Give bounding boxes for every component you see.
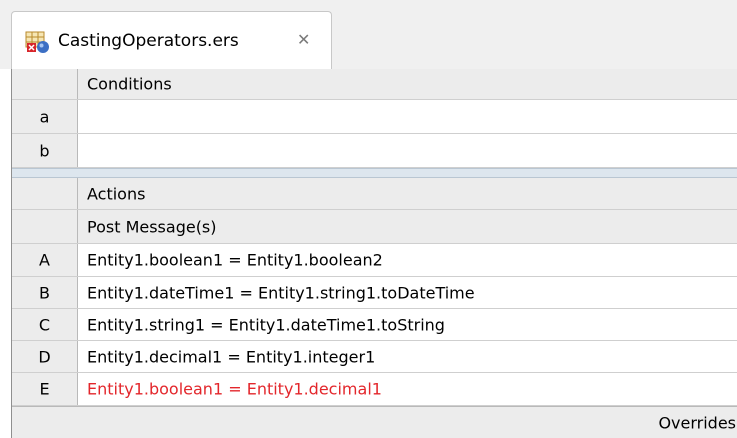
tab-title: CastingOperators.ers: [58, 31, 239, 51]
row-label: D: [12, 341, 78, 372]
tab-casting-operators[interactable]: CastingOperators.ers ✕: [11, 11, 332, 69]
actions-header: Actions: [78, 178, 737, 209]
action-cell[interactable]: Entity1.string1 = Entity1.dateTime1.toSt…: [78, 309, 737, 340]
post-messages-label: Post Message(s): [87, 217, 217, 236]
actions-header-label: Actions: [87, 184, 146, 203]
overrides-label[interactable]: Overrides: [658, 413, 736, 432]
row-label: b: [12, 134, 78, 167]
condition-row[interactable]: a: [12, 100, 737, 134]
post-messages-header: Post Message(s): [78, 210, 737, 243]
action-row[interactable]: D Entity1.decimal1 = Entity1.integer1: [12, 341, 737, 373]
action-row[interactable]: B Entity1.dateTime1 = Entity1.string1.to…: [12, 277, 737, 309]
row-label: a: [12, 100, 78, 133]
section-separator: [12, 168, 737, 178]
action-row[interactable]: A Entity1.boolean1 = Entity1.boolean2: [12, 244, 737, 277]
conditions-header: Conditions: [78, 69, 737, 99]
condition-row[interactable]: b: [12, 134, 737, 168]
post-messages-header-row: Post Message(s): [12, 210, 737, 244]
overrides-bar: Overrides: [12, 406, 737, 438]
action-row[interactable]: C Entity1.string1 = Entity1.dateTime1.to…: [12, 309, 737, 341]
gutter-cell: [12, 178, 78, 209]
action-row-error[interactable]: E Entity1.boolean1 = Entity1.decimal1: [12, 373, 737, 406]
rule-table-editor: Conditions a b Actions Post Message(s) A…: [11, 69, 737, 438]
editor-tab-bar: CastingOperators.ers ✕: [0, 0, 737, 69]
conditions-header-row: Conditions: [12, 69, 737, 100]
error-text: Entity1.boolean1 = Entity1.decimal1: [87, 379, 382, 399]
condition-cell[interactable]: [78, 134, 737, 167]
row-label: E: [12, 373, 78, 405]
gutter-cell: [12, 69, 78, 99]
condition-cell[interactable]: [78, 100, 737, 133]
rule-table-icon: [24, 29, 50, 55]
action-cell[interactable]: Entity1.decimal1 = Entity1.integer1: [78, 341, 737, 372]
actions-header-row: Actions: [12, 178, 737, 210]
action-cell-error[interactable]: Entity1.boolean1 = Entity1.decimal1: [78, 373, 737, 405]
conditions-header-label: Conditions: [87, 74, 172, 94]
row-label: C: [12, 309, 78, 340]
action-cell[interactable]: Entity1.boolean1 = Entity1.boolean2: [78, 244, 737, 276]
gutter-cell: [12, 210, 78, 243]
close-icon[interactable]: ✕: [297, 32, 310, 48]
action-cell[interactable]: Entity1.dateTime1 = Entity1.string1.toDa…: [78, 277, 737, 308]
row-label: B: [12, 277, 78, 308]
row-label: A: [12, 244, 78, 276]
